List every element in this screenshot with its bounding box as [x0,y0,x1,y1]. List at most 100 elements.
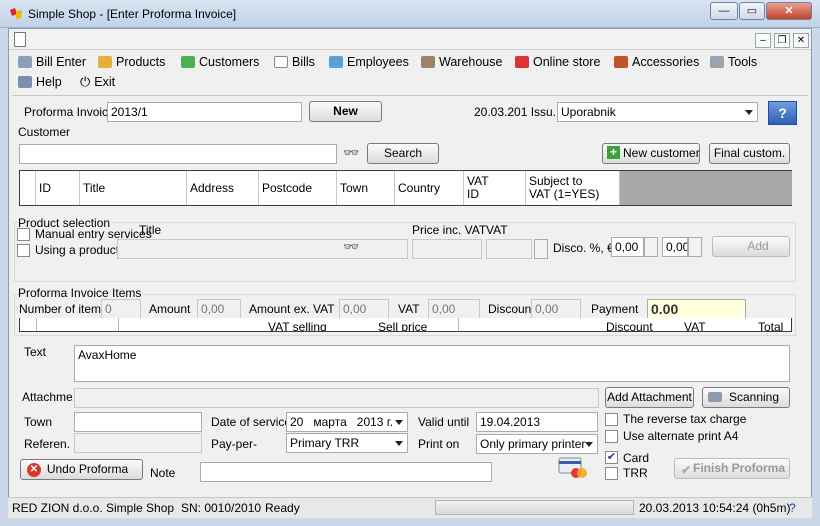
product-binoculars-icon[interactable]: 👓 [343,239,359,255]
items-vat-label: VAT [398,302,420,316]
reverse-tax-label: The reverse tax charge [623,412,747,426]
items-grid[interactable]: VAT selling Sell price Discount VAT Tota… [19,318,792,332]
finish-proforma-button[interactable]: ✔ Finish Proforma [674,458,790,479]
amount-ex-vat-label: Amount ex. VAT [249,302,335,316]
amount-input[interactable]: 0,00 [197,299,241,319]
reverse-tax-checkbox[interactable] [605,413,618,426]
col-address: Address [187,171,259,205]
payment-input[interactable]: 0.00 [647,299,746,320]
discount-eur-spinner[interactable] [688,237,702,257]
valid-until-input[interactable]: 19.04.2013 [476,412,598,432]
trr-checkbox[interactable] [605,467,618,480]
service-date-picker[interactable]: 20 марта 2013 г. [286,412,408,432]
status-help-icon[interactable]: ? [789,501,796,515]
col-id: ID [36,171,80,205]
credit-card-icon [558,457,588,479]
search-button[interactable]: Search [367,143,439,164]
new-button[interactable]: New [309,101,382,122]
status-serial: SN: 0010/2010 [181,501,262,515]
reference-input[interactable] [74,433,202,453]
pay-per-select[interactable]: Primary TRR [286,433,408,453]
note-label: Note [150,466,176,480]
alternate-print-checkbox[interactable] [605,430,618,443]
status-company: RED ZION d.o.o. [12,501,103,515]
discount-percent-spinner[interactable] [644,237,658,257]
town-input[interactable] [74,412,202,432]
vat-input[interactable] [486,239,532,259]
discount-label: Disco. %, € [553,241,614,255]
col-title: Title [80,171,187,205]
mdi-bar [9,30,811,50]
card-checkbox[interactable]: ✔ [605,451,618,464]
items-label: Proforma Invoice Items [18,286,144,300]
payment-label: Payment [591,302,639,316]
menu-help[interactable]: Help [18,72,62,92]
status-datetime: 20.03.2013 10:54:24 (0h5m) [639,501,791,515]
menu-warehouse[interactable]: Warehouse [421,52,502,72]
undo-proforma-button[interactable]: ✕ Undo Proforma [20,459,143,480]
text-label: Text [24,345,47,359]
items-vat-input[interactable]: 0,00 [428,299,480,319]
item-count-input[interactable]: 0 [101,299,141,319]
customer-search-input[interactable] [19,144,337,164]
col-total: Total [758,320,784,332]
discount-eur-input[interactable]: 0,00 [662,237,688,257]
note-input[interactable] [200,462,492,482]
vat-spinner[interactable] [534,239,548,259]
discount-percent-input[interactable]: 0,00 [611,237,644,257]
manual-entry-checkbox[interactable] [17,228,30,241]
scanning-button[interactable]: Scanning [702,387,790,408]
add-attachment-button[interactable]: Add Attachment [605,387,694,408]
child-minimize-button[interactable]: – [755,33,771,48]
card-label: Card [623,451,650,465]
attachment-input[interactable] [74,388,599,408]
document-icon [274,56,288,68]
vat-label: VAT [486,223,508,237]
maximize-button[interactable]: ▭ [739,2,765,20]
menu-employees[interactable]: Employees [329,52,409,72]
col-vat-selling: VAT selling [268,320,327,332]
using-product-checkbox[interactable] [17,244,30,257]
amount-ex-vat-input[interactable]: 0,00 [339,299,389,319]
trr-label: TRR [623,466,648,480]
box-icon [98,56,112,68]
menu-tools[interactable]: Tools [710,52,757,72]
menu-accessories[interactable]: Accessories [614,52,699,72]
user-select[interactable]: Uporabnik [557,102,758,122]
cart-icon [515,56,529,68]
menu-exit[interactable]: ⏻ Exit [80,72,115,92]
child-restore-button[interactable]: ❐ [774,33,790,48]
minimize-button[interactable]: — [710,2,738,20]
menu-bills[interactable]: Bills [274,52,315,72]
items-discount-input[interactable]: 0,00 [531,299,581,319]
tools-icon [710,56,724,68]
binoculars-icon[interactable]: 👓 [343,145,359,161]
status-state: Ready [265,501,300,515]
close-button[interactable]: ✕ [766,2,812,20]
menu-online-store[interactable]: Online store [515,52,600,72]
menu-products[interactable]: Products [98,52,165,72]
alternate-print-label: Use alternate print A4 [623,429,739,443]
price-input[interactable] [412,239,482,259]
cancel-icon: ✕ [27,463,41,477]
product-title-input[interactable] [117,239,408,259]
col-vat-id: VAT ID [464,171,526,205]
card-icon [181,56,195,68]
print-on-select[interactable]: Only primary printer [476,434,598,454]
item-count-label: Number of items [19,302,108,316]
menu-customers[interactable]: Customers [181,52,259,72]
items-discount-label: Discount [488,302,535,316]
col-sell-price: Sell price [378,320,428,332]
new-customer-button[interactable]: + New customer [602,143,700,164]
scanner-icon [708,392,722,402]
printer-icon [18,56,32,68]
text-area[interactable]: AvaxHome [74,345,790,382]
issue-date-text: 20.03.201 Issu. 2 [474,105,567,119]
help-question-icon[interactable]: ? [768,101,797,125]
proforma-number-input[interactable]: 2013/1 [107,102,302,122]
menu-bill-enter[interactable]: Bill Enter [18,52,86,72]
customer-grid[interactable]: ID Title Address Postcode Town Country V… [19,170,792,206]
add-button[interactable]: Add [712,236,790,257]
child-close-button[interactable]: ✕ [793,33,809,48]
final-customer-button[interactable]: Final custom. [709,143,790,164]
